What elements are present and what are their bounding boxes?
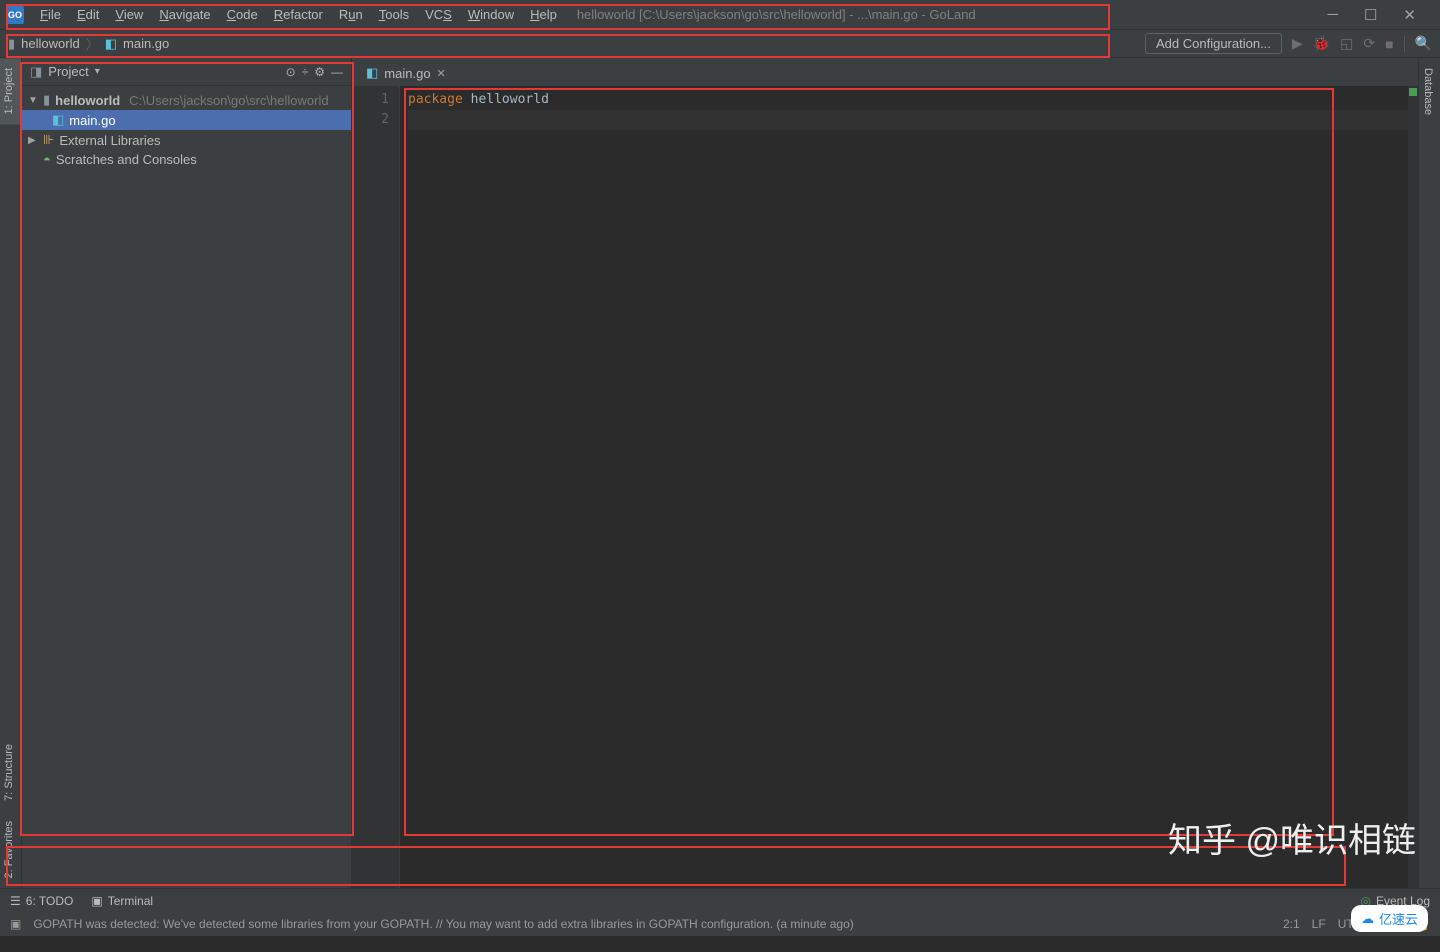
status-cursor-pos[interactable]: 2:1 xyxy=(1283,917,1300,931)
event-log-icon: ◎ xyxy=(1360,894,1370,908)
locate-icon[interactable]: ⊙ xyxy=(286,65,296,79)
tree-external-libraries[interactable]: ▶ ⊪ External Libraries xyxy=(22,130,351,150)
breadcrumb-project[interactable]: helloworld xyxy=(21,36,80,51)
error-stripe xyxy=(1408,86,1418,888)
rail-database[interactable]: Database xyxy=(1419,58,1437,125)
stop-icon[interactable]: ■ xyxy=(1385,36,1393,52)
rail-structure[interactable]: 7: Structure xyxy=(0,734,21,811)
terminal-icon: ▣ xyxy=(91,894,102,908)
run-icon[interactable]: ▶ xyxy=(1292,35,1303,52)
tree-file-main[interactable]: ◧ main.go xyxy=(22,110,351,130)
scratch-icon: ◓ xyxy=(43,152,51,167)
navigation-bar: ▮ helloworld 〉 ◧ main.go Add Configurati… xyxy=(0,30,1440,58)
add-configuration-button[interactable]: Add Configuration... xyxy=(1145,33,1282,54)
window-title: helloworld [C:\Users\jackson\go\src\hell… xyxy=(577,7,1328,22)
menu-help[interactable]: Help xyxy=(522,3,565,26)
menu-tools[interactable]: Tools xyxy=(371,3,417,26)
folder-icon: ▮ xyxy=(43,92,50,108)
rail-favorites[interactable]: 2: Favorites xyxy=(0,811,21,888)
menu-navigate[interactable]: Navigate xyxy=(151,3,218,26)
rail-project[interactable]: 1: Project xyxy=(0,58,21,124)
code-identifier: helloworld xyxy=(471,92,549,107)
debug-icon[interactable]: 🐞 xyxy=(1313,35,1330,52)
status-encoding[interactable]: UTF-8 xyxy=(1338,917,1372,931)
chevron-right-icon: ▶ xyxy=(28,135,38,146)
coverage-icon[interactable]: ◱ xyxy=(1340,35,1353,52)
bottom-todo[interactable]: ☰ 6: TODO xyxy=(10,894,73,908)
project-view-icon: ◨ xyxy=(30,64,42,80)
go-file-icon: ◧ xyxy=(366,65,378,81)
go-file-icon: ◧ xyxy=(105,36,117,52)
line-gutter: 1 2 xyxy=(352,86,400,888)
profile-icon[interactable]: ⟳ xyxy=(1363,35,1375,52)
menu-refactor[interactable]: Refactor xyxy=(266,3,331,26)
line-number: 2 xyxy=(352,110,389,130)
library-icon: ⊪ xyxy=(43,132,54,148)
close-tab-icon[interactable]: ✕ xyxy=(437,67,446,80)
gear-icon[interactable]: ⚙ xyxy=(314,65,325,79)
left-tool-rail: 1: Project 7: Structure 2: Favorites xyxy=(0,58,22,888)
tree-scratches[interactable]: ◓ Scratches and Consoles xyxy=(22,150,351,169)
tree-root-label: helloworld xyxy=(55,93,120,108)
status-line-sep[interactable]: LF xyxy=(1312,917,1326,931)
menu-code[interactable]: Code xyxy=(219,3,266,26)
tree-extlib-label: External Libraries xyxy=(59,133,160,148)
chevron-right-icon: 〉 xyxy=(86,34,99,53)
menu-vcs[interactable]: VCS xyxy=(417,3,460,26)
chevron-down-icon: ▼ xyxy=(28,95,38,106)
tree-file-label: main.go xyxy=(69,113,115,128)
editor-tabs: ◧ main.go ✕ xyxy=(352,58,1418,86)
menu-bar: GO File Edit View Navigate Code Refactor… xyxy=(0,0,1440,30)
close-icon[interactable]: ✕ xyxy=(1403,6,1416,24)
bottom-tool-bar: ☰ 6: TODO ▣ Terminal ◎ Event Log xyxy=(0,888,1440,912)
hide-icon[interactable]: — xyxy=(331,65,343,79)
editor-body[interactable]: 1 2 package helloworld xyxy=(352,86,1418,888)
status-collapse-icon[interactable]: ▣ xyxy=(10,917,21,931)
main-area: 1: Project 7: Structure 2: Favorites ◨ P… xyxy=(0,58,1440,888)
menu-view[interactable]: View xyxy=(107,3,151,26)
tree-scratch-label: Scratches and Consoles xyxy=(56,152,197,167)
tree-root-path: C:\Users\jackson\go\src\helloworld xyxy=(129,93,328,108)
search-icon[interactable]: 🔍 xyxy=(1415,35,1432,52)
code-keyword: package xyxy=(408,92,463,107)
rail-learn[interactable] xyxy=(0,124,21,156)
bottom-terminal[interactable]: ▣ Terminal xyxy=(91,894,153,908)
analysis-ok-icon[interactable] xyxy=(1409,88,1417,96)
status-lock-icon[interactable]: 🔓 xyxy=(1415,917,1430,931)
code-editor[interactable]: package helloworld xyxy=(400,86,1418,888)
todo-label: 6: TODO xyxy=(26,894,74,908)
folder-icon: ▮ xyxy=(8,36,15,52)
app-logo-icon: GO xyxy=(6,6,24,24)
window-controls: ─ ☐ ✕ xyxy=(1327,6,1434,24)
chevron-down-icon[interactable]: ▾ xyxy=(95,66,100,77)
breadcrumb: ▮ helloworld 〉 ◧ main.go xyxy=(8,34,169,53)
right-tool-rail: Database xyxy=(1418,58,1440,888)
bottom-event-log[interactable]: ◎ Event Log xyxy=(1360,894,1430,908)
status-message: GOPATH was detected: We've detected some… xyxy=(33,917,1271,931)
editor-area: ◧ main.go ✕ 1 2 package helloworld xyxy=(352,58,1418,888)
collapse-icon[interactable]: ÷ xyxy=(302,65,309,79)
editor-tab-label: main.go xyxy=(384,66,430,81)
breadcrumb-file[interactable]: main.go xyxy=(123,36,169,51)
maximize-icon[interactable]: ☐ xyxy=(1364,6,1377,24)
todo-icon: ☰ xyxy=(10,894,21,908)
project-tool-window: ◨ Project ▾ ⊙ ÷ ⚙ — ▼ ▮ helloworld C:\Us… xyxy=(22,58,352,888)
menu-run[interactable]: Run xyxy=(331,3,371,26)
editor-tab-main[interactable]: ◧ main.go ✕ xyxy=(358,60,454,86)
line-number: 1 xyxy=(352,90,389,110)
project-tree: ▼ ▮ helloworld C:\Users\jackson\go\src\h… xyxy=(22,86,351,173)
menu-file[interactable]: File xyxy=(32,3,69,26)
project-panel-title[interactable]: Project xyxy=(48,64,88,79)
event-log-label: Event Log xyxy=(1376,894,1430,908)
minimize-icon[interactable]: ─ xyxy=(1327,6,1338,24)
go-file-icon: ◧ xyxy=(52,112,64,128)
tree-root[interactable]: ▼ ▮ helloworld C:\Users\jackson\go\src\h… xyxy=(22,90,351,110)
project-panel-header: ◨ Project ▾ ⊙ ÷ ⚙ — xyxy=(22,58,351,86)
menu-window[interactable]: Window xyxy=(460,3,522,26)
terminal-label: Terminal xyxy=(108,894,153,908)
status-indent[interactable]: Tab xyxy=(1384,917,1403,931)
status-bar: ▣ GOPATH was detected: We've detected so… xyxy=(0,912,1440,936)
menu-edit[interactable]: Edit xyxy=(69,3,107,26)
